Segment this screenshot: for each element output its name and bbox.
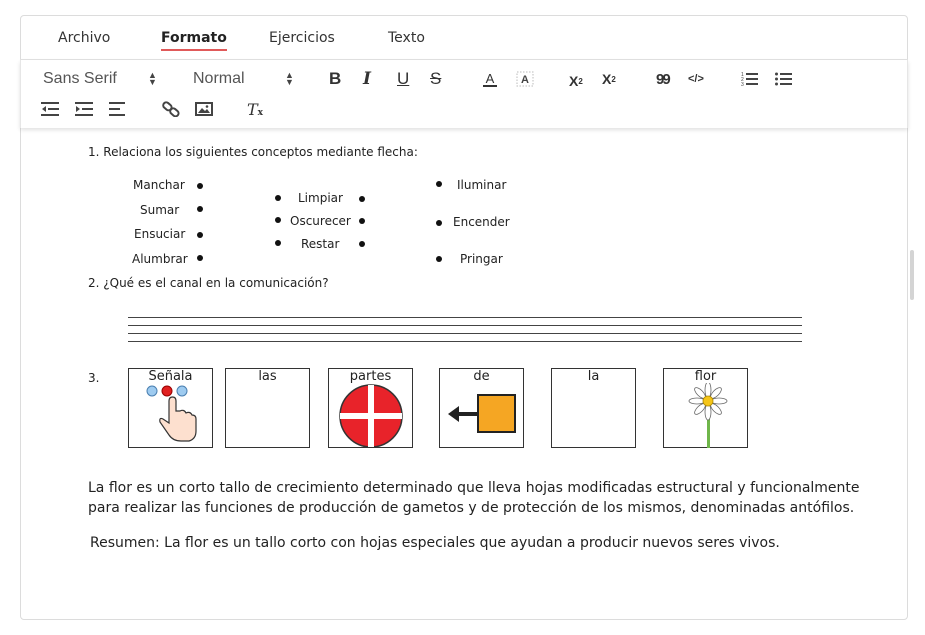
- connector-dot[interactable]: [275, 195, 281, 201]
- card-label: la: [587, 369, 600, 384]
- concept-pringar: Pringar: [460, 252, 503, 266]
- concept-iluminar: Iluminar: [457, 178, 507, 192]
- connector-dot[interactable]: [197, 232, 203, 238]
- exercise2-title: 2. ¿Qué es el canal en la comunicación?: [88, 276, 329, 290]
- font-size-dropdown-icon[interactable]: ▲ ▼: [285, 68, 294, 90]
- pictogram-card-las[interactable]: las: [225, 368, 310, 448]
- svg-text:A: A: [521, 74, 529, 86]
- daisy-flower-icon: [688, 383, 728, 448]
- ordered-list-icon: 123: [741, 72, 758, 87]
- pictogram-card-la[interactable]: la: [551, 368, 636, 448]
- highlight-icon: A: [516, 71, 534, 87]
- strike-button[interactable]: S: [430, 68, 441, 90]
- card-label: las: [258, 369, 277, 384]
- card-label: Señala: [148, 369, 193, 384]
- code-block-button[interactable]: </>: [688, 68, 704, 90]
- answer-line[interactable]: [128, 341, 802, 342]
- blockquote-button[interactable]: 99: [656, 68, 671, 90]
- outdent-icon: [41, 102, 59, 116]
- tab-ejercicios[interactable]: Ejercicios: [269, 30, 335, 46]
- font-family-dropdown-icon[interactable]: ▲ ▼: [148, 68, 157, 90]
- editor-content[interactable]: 1. Relaciona los siguientes conceptos me…: [20, 128, 908, 619]
- summary-paragraph: Resumen: La flor es un tallo corto con h…: [90, 535, 780, 551]
- answer-line[interactable]: [128, 317, 802, 318]
- outdent-button[interactable]: [41, 98, 59, 120]
- scrollbar-thumb[interactable]: [910, 250, 914, 300]
- superscript-icon: X: [602, 71, 612, 87]
- connector-dot[interactable]: [197, 206, 203, 212]
- font-family-value: Sans Serif: [43, 70, 117, 87]
- italic-button[interactable]: I: [363, 68, 371, 90]
- tab-formato[interactable]: Formato: [161, 30, 227, 51]
- subscript-icon: X: [569, 73, 579, 89]
- concept-sumar: Sumar: [140, 203, 180, 217]
- connector-dot[interactable]: [359, 218, 365, 224]
- tab-texto[interactable]: Texto: [388, 30, 425, 46]
- parts-circle-icon: [339, 384, 403, 448]
- image-button[interactable]: [195, 98, 213, 120]
- exercise3-number: 3.: [88, 371, 100, 385]
- card-label: de: [473, 369, 490, 384]
- bold-button[interactable]: B: [329, 68, 341, 90]
- align-left-icon: [109, 102, 125, 116]
- format-toolbar: Sans Serif ▲ ▼ Normal ▲ ▼ B I U S A A X2 X…: [20, 60, 908, 128]
- align-button[interactable]: [109, 98, 127, 120]
- link-icon: [162, 101, 180, 117]
- menu-tabs: Archivo Formato Ejercicios Texto: [20, 15, 908, 60]
- answer-line[interactable]: [128, 325, 802, 326]
- pictogram-card-de[interactable]: de: [439, 368, 524, 448]
- concept-restar: Restar: [301, 237, 340, 251]
- subscript-button[interactable]: X2: [569, 70, 583, 92]
- bullet-list-icon: [775, 72, 792, 86]
- flower-definition-paragraph: La flor es un corto tallo de crecimiento…: [88, 480, 860, 516]
- indent-icon: [75, 102, 93, 116]
- exercise1-title: 1. Relaciona los siguientes conceptos me…: [88, 145, 418, 159]
- from-arrow-icon: [448, 394, 516, 433]
- superscript-button[interactable]: X2: [602, 68, 616, 90]
- concept-ensuciar: Ensuciar: [134, 227, 186, 241]
- pointing-hand-icon: [146, 385, 197, 442]
- connector-dot[interactable]: [275, 240, 281, 246]
- concept-manchar: Manchar: [133, 178, 185, 192]
- svg-text:3: 3: [741, 82, 744, 87]
- concept-limpiar: Limpiar: [298, 191, 343, 205]
- background-color-button[interactable]: A: [516, 68, 534, 90]
- connector-dot[interactable]: [197, 255, 203, 261]
- connector-dot[interactable]: [359, 241, 365, 247]
- pictogram-card-partes[interactable]: partes: [328, 368, 413, 448]
- underline-button[interactable]: U: [397, 68, 409, 90]
- card-label: partes: [349, 369, 392, 384]
- connector-dot[interactable]: [359, 196, 365, 202]
- font-size-value: Normal: [193, 70, 245, 87]
- font-size-select[interactable]: Normal: [193, 68, 245, 90]
- ordered-list-button[interactable]: 123: [741, 68, 759, 90]
- tab-archivo[interactable]: Archivo: [58, 30, 110, 46]
- font-color-button[interactable]: A: [483, 68, 497, 90]
- indent-button[interactable]: [75, 98, 93, 120]
- clear-format-icon: T: [247, 99, 258, 119]
- connector-dot[interactable]: [436, 181, 442, 187]
- concept-oscurecer: Oscurecer: [290, 214, 351, 228]
- connector-dot[interactable]: [436, 220, 442, 226]
- connector-dot[interactable]: [275, 217, 281, 223]
- image-icon: [195, 102, 213, 116]
- pictogram-card-flor[interactable]: flor: [663, 368, 748, 448]
- font-color-icon: A: [485, 70, 495, 86]
- bullet-list-button[interactable]: [775, 68, 793, 90]
- clear-format-button[interactable]: Tx: [247, 98, 263, 120]
- pictogram-card-senala[interactable]: Señala: [128, 368, 213, 448]
- card-label: flor: [694, 369, 717, 384]
- link-button[interactable]: [162, 98, 180, 120]
- concept-encender: Encender: [453, 215, 510, 229]
- concept-alumbrar: Alumbrar: [132, 252, 188, 266]
- font-family-select[interactable]: Sans Serif: [43, 68, 117, 90]
- connector-dot[interactable]: [197, 183, 203, 189]
- connector-dot[interactable]: [436, 256, 442, 262]
- answer-line[interactable]: [128, 333, 802, 334]
